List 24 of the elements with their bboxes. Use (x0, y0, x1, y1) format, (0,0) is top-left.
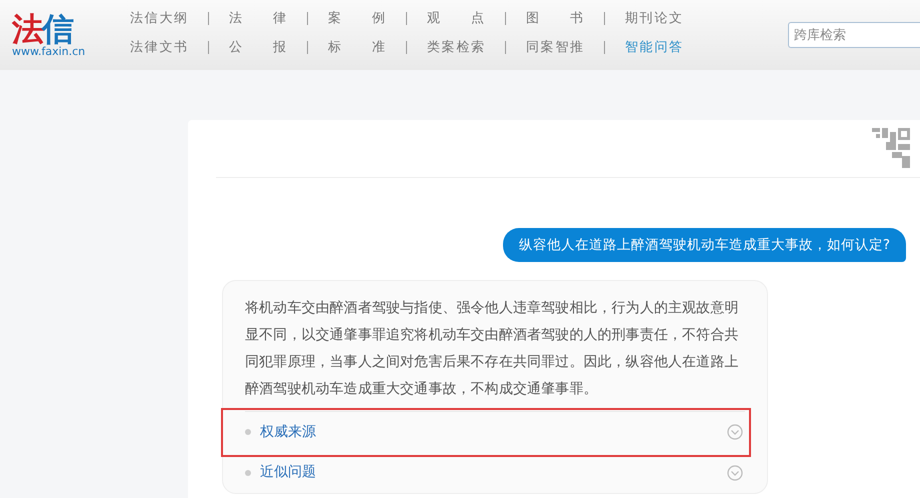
nav-link[interactable]: 观点 (427, 10, 484, 28)
chevron-down-icon[interactable] (727, 424, 743, 440)
nav-link[interactable]: 类案检索 (427, 39, 484, 58)
nav-link[interactable]: 案例 (328, 10, 385, 28)
bullet-dot (245, 470, 251, 476)
question-bubble: 纵容他人在道路上醉酒驾驶机动车造成重大事故，如何认定? (502, 228, 906, 262)
qr-code-icon[interactable] (872, 128, 910, 168)
nav-link[interactable]: 图书 (526, 10, 583, 28)
logo-text[interactable]: 法信 (12, 12, 130, 46)
bullet-dot (245, 429, 251, 436)
section-link[interactable]: 近似问题 (260, 462, 316, 484)
nav-link[interactable]: 法信大纲 (130, 10, 187, 28)
nav-link[interactable]: 公报 (229, 39, 286, 58)
logo-url: www.faxin.cn (12, 46, 86, 58)
nav-link[interactable]: 期刊论文 (625, 10, 682, 28)
nav-link[interactable]: 标准 (328, 39, 385, 58)
nav-link[interactable]: 法律文书 (130, 39, 187, 58)
section-link[interactable]: 权威来源 (260, 422, 316, 443)
nav-link[interactable]: 智能问答 (625, 39, 682, 58)
search-field[interactable]: 跨库检索 (788, 22, 920, 48)
nav-link[interactable]: 同案智推 (526, 39, 583, 58)
nav-link[interactable]: 法律 (229, 10, 286, 28)
chevron-down-icon[interactable] (727, 464, 743, 481)
answer-text: 将机动车交由醉酒者驾驶与指使、强令他人违章驾驶相比，行为人的主观故意明显不同，以交通肇事罪追究将机动车交由醉酒者驾驶的人的刑事责任，不符合共同犯罪原理，当事人之间对危害后果不存在共同罪过。因此，纵容他人在道路上醉酒驾驶机动车造成重大交通事故，不构成交通肇事罪。 (245, 299, 740, 400)
